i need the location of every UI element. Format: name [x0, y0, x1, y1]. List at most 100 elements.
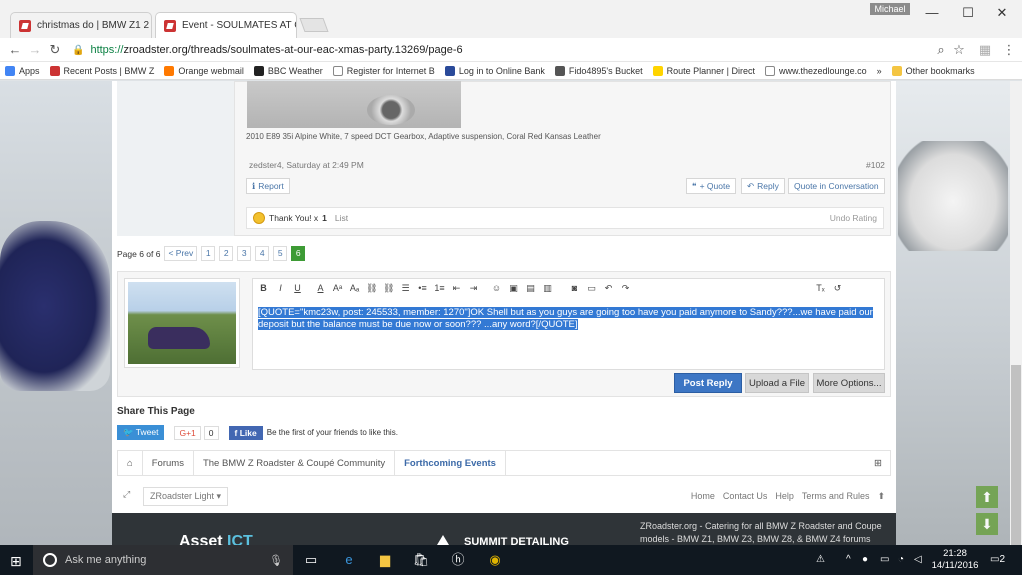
edge-icon[interactable]: e — [338, 550, 360, 570]
forward-arrow-icon[interactable]: → — [26, 41, 44, 59]
wifi-icon[interactable]: ◔ — [898, 554, 904, 565]
task-view-icon[interactable]: ▭ — [300, 550, 322, 570]
taskbar-clock[interactable]: 21:28 14/11/2016 — [930, 548, 980, 572]
numbered-list-icon[interactable]: 1≡ — [434, 281, 445, 295]
windows-start-icon[interactable]: ⊞ — [10, 553, 22, 570]
url-field[interactable]: 🔒 https:// zroadster.org/threads/soulmat… — [72, 40, 968, 60]
image-icon[interactable]: ▣ — [508, 281, 519, 295]
maximize-button[interactable]: ☐ — [952, 4, 984, 22]
media-icon[interactable]: ▤ — [525, 281, 536, 295]
gplus-button[interactable]: G+1 — [174, 425, 201, 440]
sitemap-icon[interactable]: ⊞ — [874, 458, 890, 469]
upload-file-button[interactable]: Upload a File — [745, 373, 809, 393]
post-reply-button[interactable]: Post Reply — [674, 373, 742, 393]
extension-icon[interactable]: ▦ — [976, 41, 994, 59]
outdent-icon[interactable]: ⇤ — [451, 281, 462, 295]
microphone-icon[interactable]: 🎙 — [269, 554, 283, 567]
current-page[interactable]: 6 — [291, 246, 306, 261]
scroll-up-button[interactable]: ⬆ — [976, 486, 998, 508]
editor-text[interactable]: [QUOTE="kmc23w, post: 245533, member: 12… — [258, 307, 886, 331]
page-link[interactable]: 4 — [255, 246, 270, 261]
remove-format-icon[interactable]: Tₓ — [815, 281, 826, 295]
tray-app-icon[interactable]: ● — [862, 554, 868, 565]
reply-button[interactable]: ↶ Reply — [741, 178, 785, 194]
menu-icon[interactable]: ⋮ — [1000, 41, 1018, 59]
style-chooser[interactable]: ZRoadster Light ▾ — [143, 486, 229, 506]
bookmarks-overflow[interactable]: » — [872, 66, 887, 76]
tab-event[interactable]: Event - SOULMATES AT C ✕ — [155, 12, 297, 38]
indent-icon[interactable]: ⇥ — [468, 281, 479, 295]
font-size-icon[interactable]: Aᵃ — [332, 281, 343, 295]
battery-icon[interactable]: ▭ — [880, 554, 889, 565]
volume-icon[interactable]: ◁ — [914, 554, 922, 565]
scroll-top-icon[interactable]: ⬆ — [877, 491, 885, 502]
breadcrumb-forthcoming-events[interactable]: Forthcoming Events — [395, 450, 506, 476]
font-family-icon[interactable]: Aₐ — [349, 281, 360, 295]
warning-icon[interactable]: ⚠ — [816, 554, 825, 565]
tray-chevron-icon[interactable]: ^ — [846, 554, 851, 565]
scrollbar-thumb[interactable] — [1011, 365, 1021, 545]
close-window-button[interactable]: ✕ — [986, 4, 1018, 22]
bookmark-zedlounge[interactable]: www.thezedlounge.co — [760, 65, 872, 76]
footer-link-terms[interactable]: Terms and Rules — [802, 491, 870, 502]
bookmark-other[interactable]: Other bookmarks — [887, 65, 980, 76]
bullet-list-icon[interactable]: •≡ — [417, 281, 428, 295]
bookmark-register[interactable]: Register for Internet B — [328, 65, 440, 76]
bookmark-recent-posts[interactable]: Recent Posts | BMW Z — [45, 65, 160, 76]
bookmark-apps[interactable]: Apps — [0, 65, 45, 76]
toggle-bbcode-icon[interactable]: ↺ — [832, 281, 843, 295]
reload-icon[interactable]: ↻ — [46, 41, 64, 59]
chrome-icon[interactable]: ◉ — [484, 550, 506, 570]
more-options-button[interactable]: More Options... — [813, 373, 885, 393]
save-draft-icon[interactable]: ▭ — [586, 281, 597, 295]
notifications-icon[interactable]: ▭2 — [990, 554, 1005, 565]
align-icon[interactable]: ☰ — [400, 281, 411, 295]
breadcrumb-community[interactable]: The BMW Z Roadster & Coupé Community — [194, 450, 396, 476]
italic-icon[interactable]: I — [275, 281, 286, 295]
bookmark-orange-webmail[interactable]: Orange webmail — [159, 65, 249, 76]
bookmark-bucket[interactable]: Fido4895's Bucket — [550, 65, 648, 76]
post-number[interactable]: #102 — [866, 160, 885, 170]
bookmark-bbc-weather[interactable]: BBC Weather — [249, 65, 328, 76]
home-icon[interactable]: ⌂ — [118, 450, 143, 476]
link-icon[interactable]: ⛓ — [366, 281, 377, 295]
breadcrumb-forums[interactable]: Forums — [143, 450, 194, 476]
insert-icon[interactable]: ▥ — [542, 281, 553, 295]
ratings-list-link[interactable]: List — [335, 213, 348, 223]
undo-rating-link[interactable]: Undo Rating — [830, 213, 877, 223]
footer-link-home[interactable]: Home — [691, 491, 715, 502]
page-link[interactable]: 1 — [201, 246, 216, 261]
bold-icon[interactable]: B — [258, 281, 269, 295]
footer-link-contact[interactable]: Contact Us — [723, 491, 768, 502]
back-arrow-icon[interactable]: ← — [6, 41, 24, 59]
post-author-time[interactable]: zedster4, Saturday at 2:49 PM — [249, 160, 364, 170]
tweet-button[interactable]: 🐦 Tweet — [117, 425, 165, 440]
quote-in-conversation-button[interactable]: Quote in Conversation — [788, 178, 885, 194]
expand-icon[interactable]: ⤢ — [123, 489, 130, 500]
unlink-icon[interactable]: ⛓ — [383, 281, 394, 295]
underline-icon[interactable]: U — [292, 281, 303, 295]
asset-ict-logo[interactable]: Asset ICT — [179, 533, 253, 545]
scroll-down-button[interactable]: ⬇ — [976, 513, 998, 535]
tab-christmas[interactable]: christmas do | BMW Z1 2 ✕ — [10, 12, 152, 38]
prev-page-link[interactable]: < Prev — [164, 246, 198, 261]
cortana-search-box[interactable]: Ask me anything 🎙 — [33, 545, 293, 575]
store-icon[interactable]: 🛍 — [410, 550, 432, 570]
page-link[interactable]: 2 — [219, 246, 234, 261]
search-icon[interactable]: ⌕ — [932, 41, 950, 59]
minimize-button[interactable]: — — [916, 4, 948, 22]
file-explorer-icon[interactable]: ▆ — [374, 550, 396, 570]
undo-icon[interactable]: ↶ — [603, 281, 614, 295]
page-link[interactable]: 5 — [273, 246, 288, 261]
text-color-icon[interactable]: A — [315, 281, 326, 295]
user-profile-badge[interactable]: Michael — [870, 3, 910, 15]
quote-button[interactable]: ❝ + Quote — [686, 178, 737, 194]
smilie-icon[interactable]: ☺ — [491, 281, 502, 295]
camera-icon[interactable]: ◙ — [569, 281, 580, 295]
report-button[interactable]: ℹ Report — [246, 178, 290, 194]
new-tab-button[interactable] — [299, 18, 329, 32]
bookmark-star-icon[interactable]: ☆ — [950, 41, 968, 59]
facebook-like-button[interactable]: f Like — [228, 425, 263, 440]
bookmark-route-planner[interactable]: Route Planner | Direct — [648, 65, 760, 76]
hp-icon[interactable]: ⓗ — [447, 550, 469, 570]
